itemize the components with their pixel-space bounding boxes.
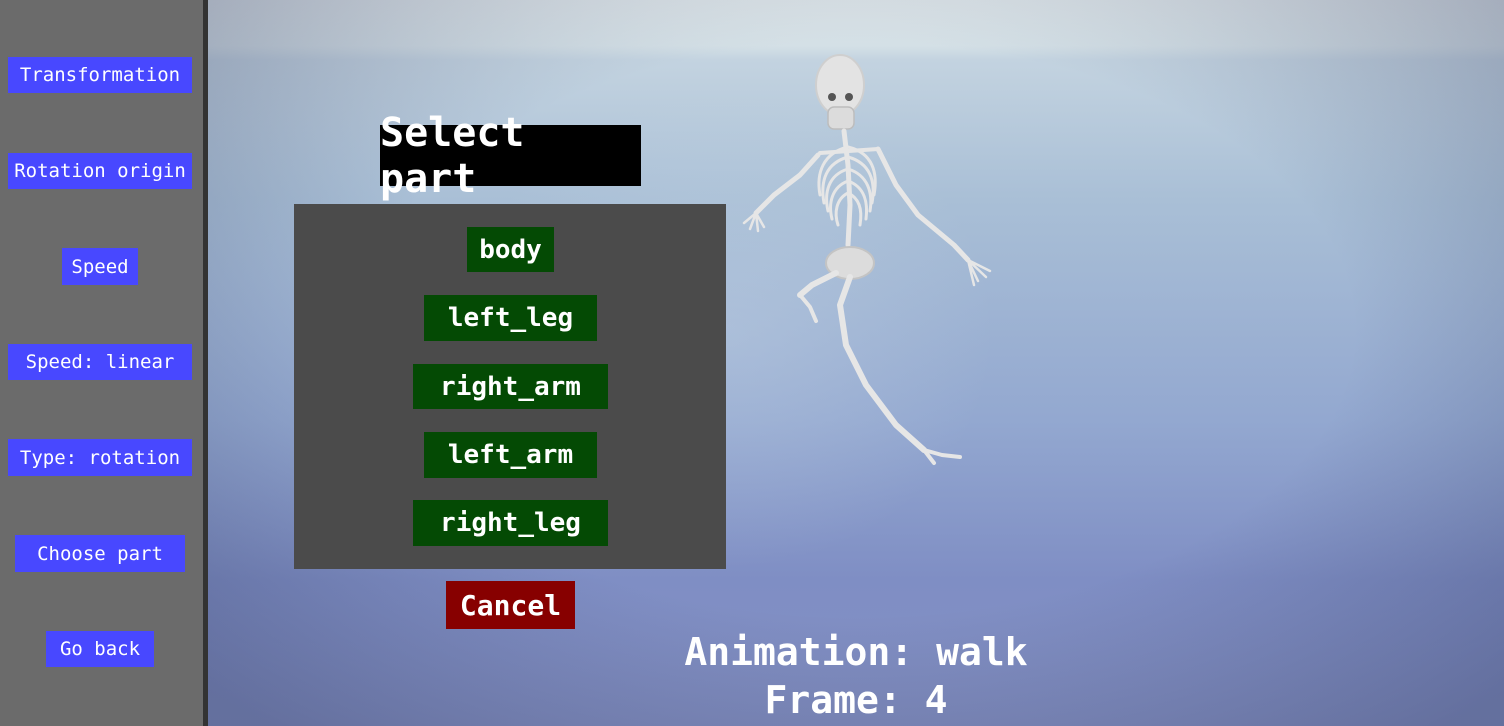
sidebar: Transformation Rotation origin Speed Spe… (0, 0, 208, 726)
part-button-right-arm[interactable]: right_arm (413, 364, 608, 409)
skeleton-model (742, 54, 992, 465)
part-list-panel: body left_leg right_arm left_arm right_l… (294, 204, 726, 569)
dialog-title: Select part (380, 110, 641, 202)
choose-part-button[interactable]: Choose part (15, 535, 185, 572)
transformation-button[interactable]: Transformation (8, 57, 192, 93)
cancel-button[interactable]: Cancel (446, 581, 575, 629)
part-button-left-arm[interactable]: left_arm (424, 432, 597, 478)
animation-label: Animation: walk (684, 630, 1028, 674)
type-button[interactable]: Type: rotation (8, 439, 192, 476)
part-button-body[interactable]: body (467, 227, 554, 272)
frame-label: Frame: 4 (764, 678, 948, 722)
rotation-origin-button[interactable]: Rotation origin (8, 153, 192, 189)
part-button-left-leg[interactable]: left_leg (424, 295, 597, 341)
speed-button[interactable]: Speed (62, 248, 138, 285)
part-button-right-leg[interactable]: right_leg (413, 500, 608, 546)
speed-mode-button[interactable]: Speed: linear (8, 344, 192, 380)
go-back-button[interactable]: Go back (46, 631, 154, 667)
